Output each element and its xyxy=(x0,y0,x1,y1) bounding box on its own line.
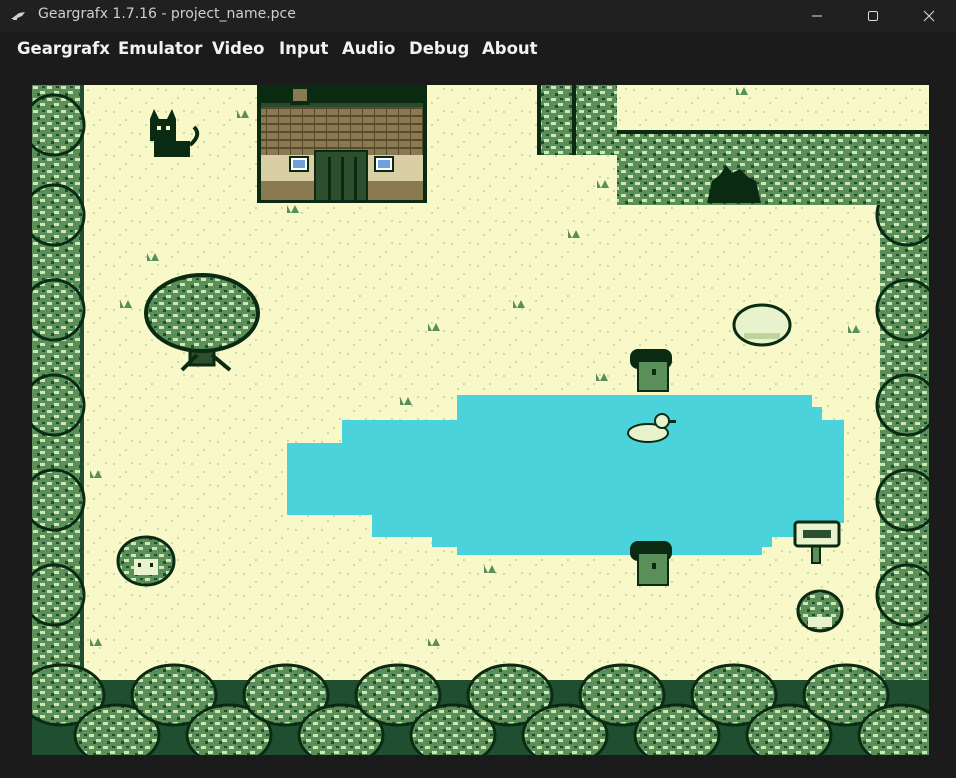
girl xyxy=(116,535,176,587)
minimize-button[interactable] xyxy=(794,0,840,32)
maximize-icon xyxy=(868,11,878,21)
menu-emulator[interactable]: Emulator xyxy=(118,39,202,58)
close-icon xyxy=(923,10,935,22)
menu-audio[interactable]: Audio xyxy=(342,39,395,58)
boulder xyxy=(732,303,792,347)
slime xyxy=(796,589,844,633)
menu-geargrafx[interactable]: Geargrafx xyxy=(17,39,110,58)
emulator-screen[interactable] xyxy=(32,85,929,755)
house xyxy=(257,85,427,203)
menu-debug[interactable]: Debug xyxy=(409,39,469,58)
window-title: Geargrafx 1.7.16 - project_name.pce xyxy=(38,6,296,22)
minimize-icon xyxy=(812,15,822,17)
menu-video[interactable]: Video xyxy=(212,39,264,58)
menu-input[interactable]: Input xyxy=(279,39,328,58)
tree-border-right xyxy=(875,183,929,685)
game-scene xyxy=(32,85,929,755)
geargrafx-app-icon xyxy=(11,12,25,20)
menu-bar: Geargrafx Emulator Video Input Audio Deb… xyxy=(0,34,956,64)
maximize-button[interactable] xyxy=(850,0,896,32)
tree-border-left xyxy=(32,85,86,685)
menu-about[interactable]: About xyxy=(482,39,538,58)
title-bar: Geargrafx 1.7.16 - project_name.pce xyxy=(0,0,956,32)
close-button[interactable] xyxy=(906,0,952,32)
